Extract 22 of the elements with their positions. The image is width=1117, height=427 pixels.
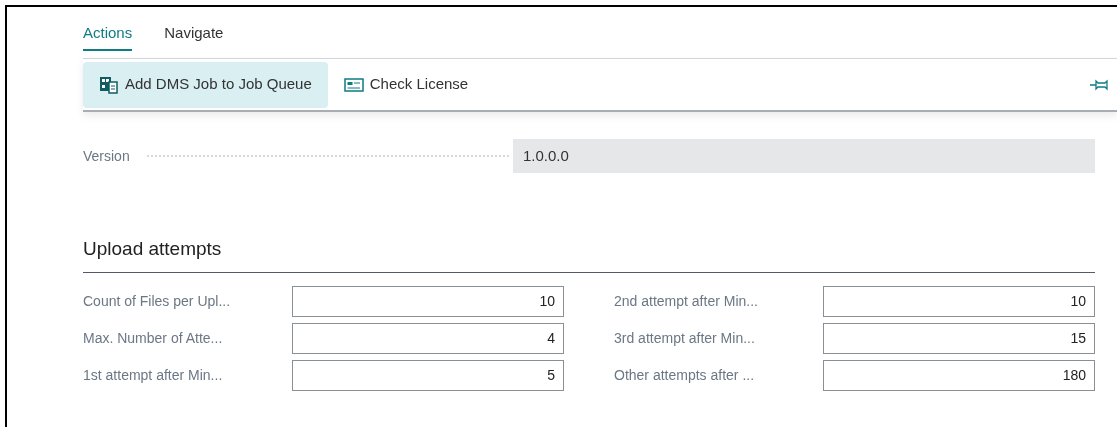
number-field[interactable]: 4	[292, 322, 564, 354]
number-field[interactable]: 5	[292, 359, 564, 391]
number-field[interactable]: 10	[292, 285, 564, 317]
field-label: Max. Number of Atte...	[83, 328, 224, 348]
tab[interactable]: Navigate	[164, 22, 224, 51]
action-button[interactable]: Check License	[327, 61, 485, 108]
field-label: 1st attempt after Min...	[83, 365, 224, 385]
field-label: 3rd attempt after Min...	[614, 328, 756, 348]
version-field: 1.0.0.0	[513, 139, 1095, 173]
number-field[interactable]: 15	[823, 322, 1095, 354]
field-label: Other attempts after ...	[614, 365, 756, 385]
field-label: 2nd attempt after Min...	[614, 291, 759, 311]
number-field[interactable]: 10	[823, 285, 1095, 317]
section-title: Upload attempts	[83, 235, 1095, 273]
pin-icon[interactable]	[1089, 78, 1109, 91]
field-label: Version	[83, 146, 131, 166]
action-button[interactable]: Add DMS Job to Job Queue	[83, 61, 328, 108]
license-card-icon	[343, 76, 364, 93]
field-label: Count of Files per Upl...	[83, 291, 232, 311]
tab[interactable]: Actions	[83, 22, 133, 51]
number-field[interactable]: 180	[823, 359, 1095, 391]
job-queue-icon	[99, 74, 119, 95]
